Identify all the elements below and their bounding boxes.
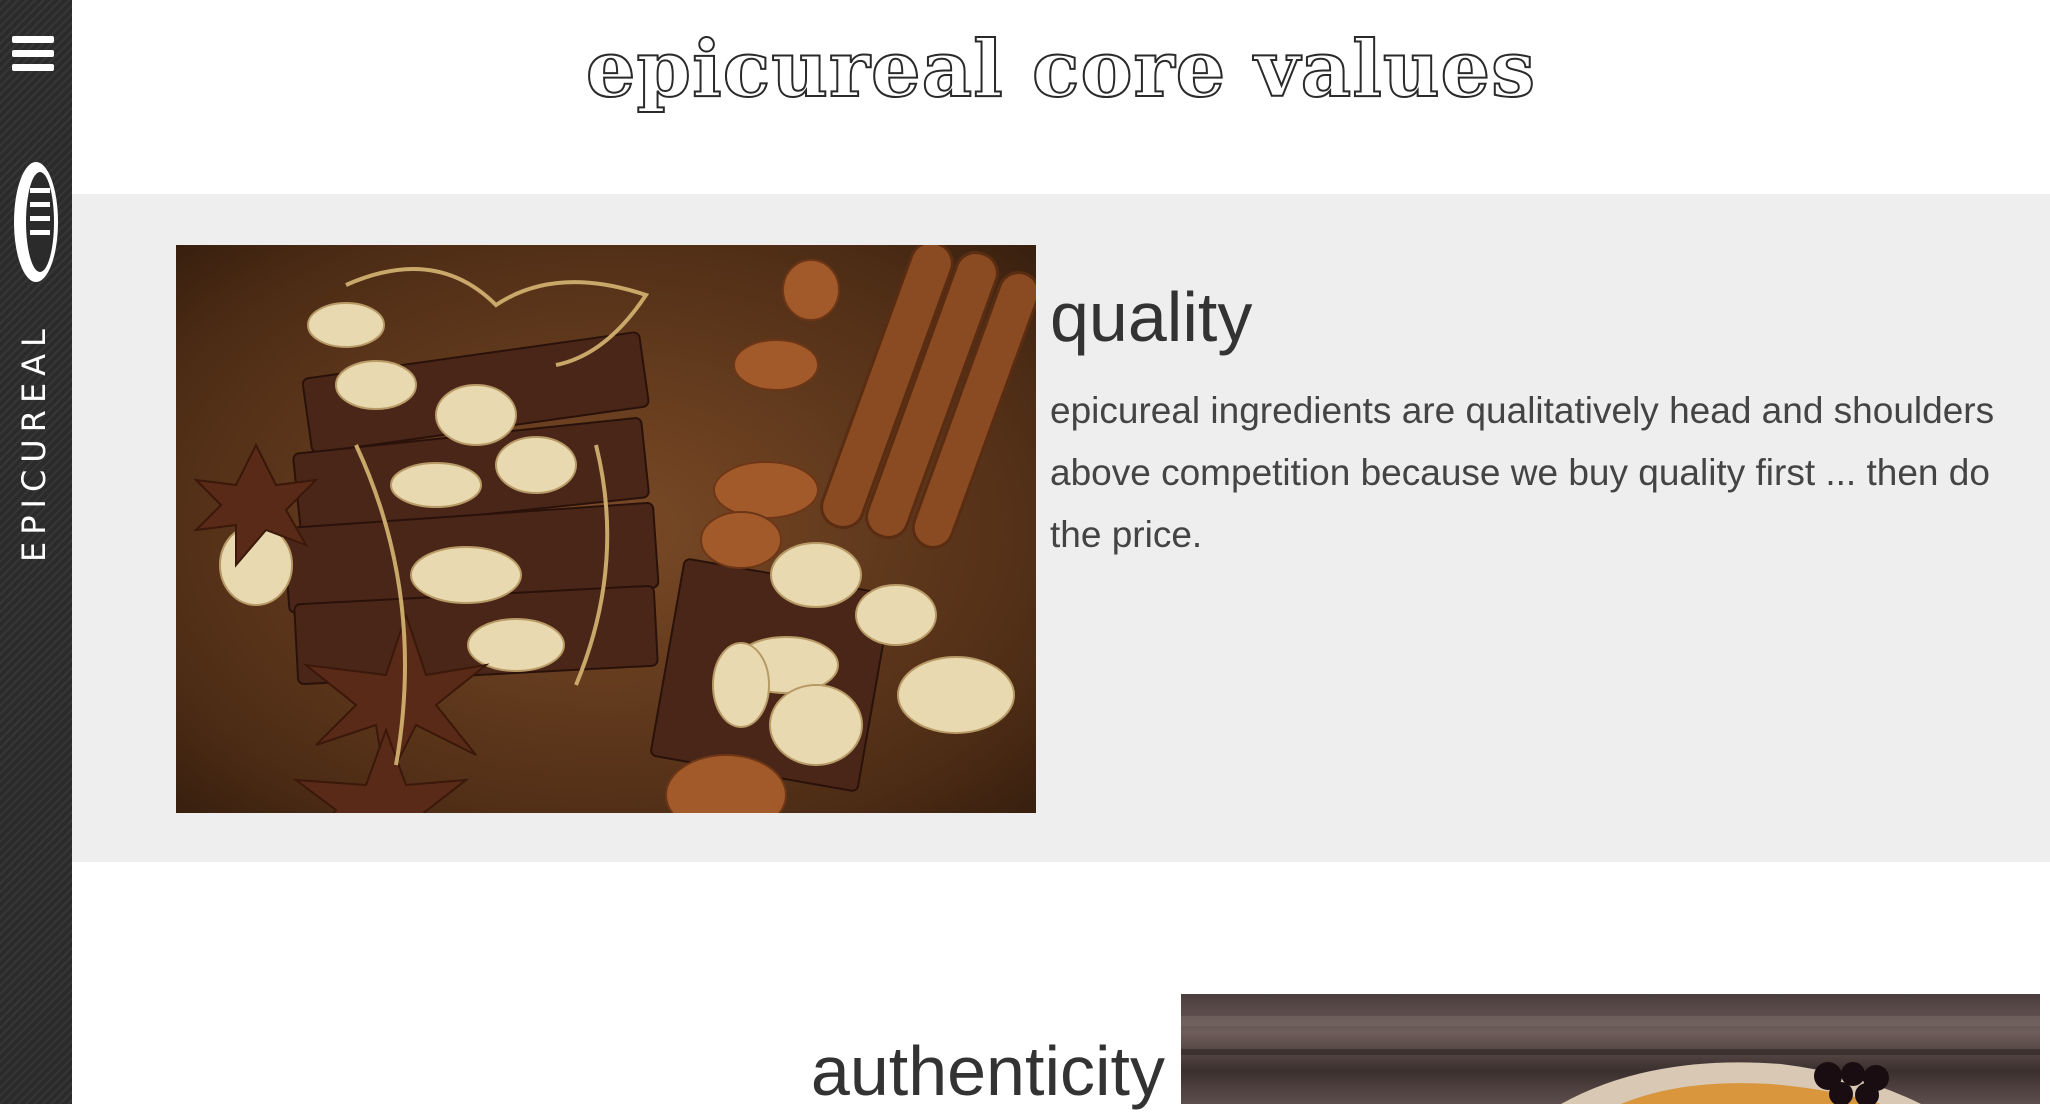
sidebar: EPICUREAL — [0, 0, 72, 1104]
chocolate-almonds-cinnamon-photo — [176, 245, 1036, 813]
brand-name: EPICUREAL — [15, 322, 53, 562]
hamburger-menu-icon[interactable] — [10, 32, 56, 76]
dessert-berries-photo — [1181, 994, 2040, 1104]
page-title: epicureal core values — [585, 23, 1537, 116]
quality-heading: quality — [1050, 278, 1253, 356]
authenticity-heading: authenticity — [810, 1032, 1165, 1110]
quality-description: epicureal ingredients are qualitatively … — [1050, 390, 1995, 555]
